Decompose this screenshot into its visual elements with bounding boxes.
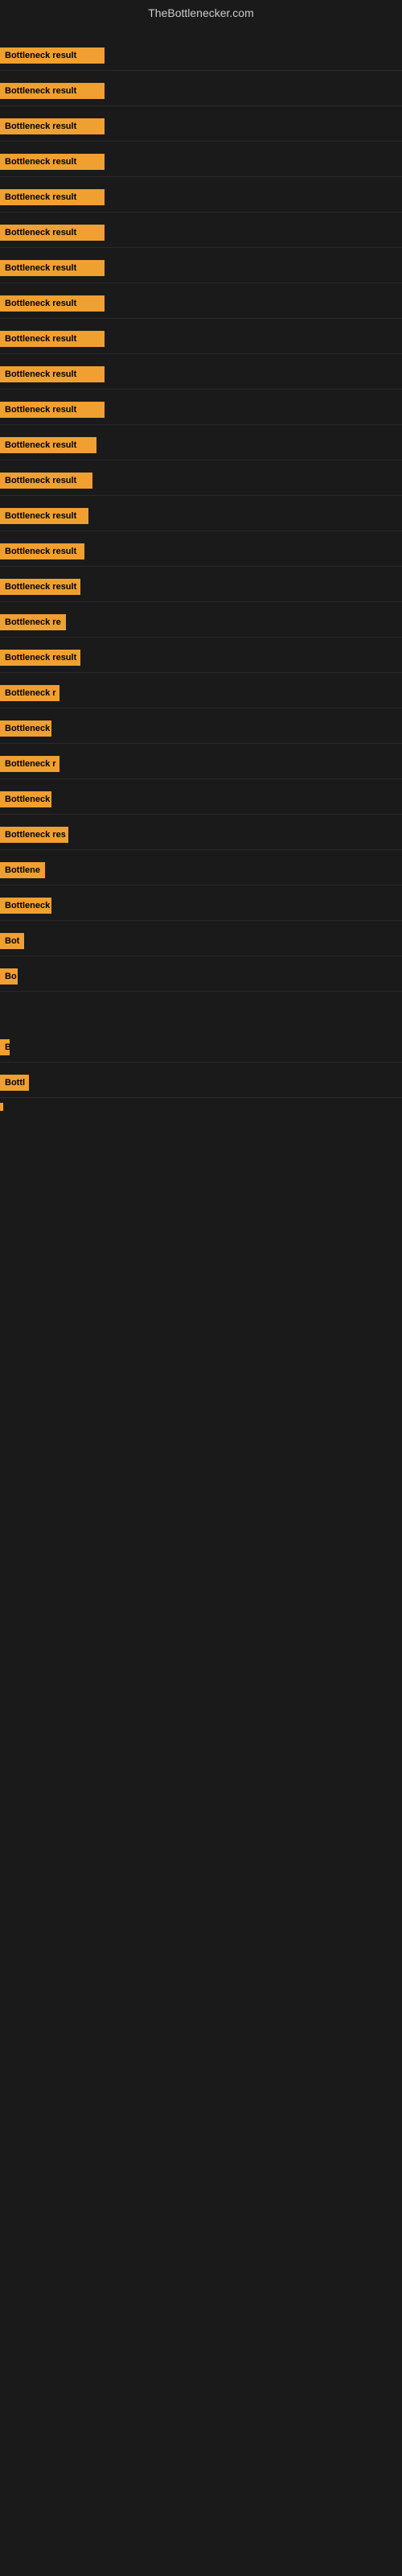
bottleneck-label: Bottleneck result [0, 260, 105, 276]
bottleneck-label: Bottleneck result [0, 650, 80, 666]
list-item: Bottleneck result [0, 253, 402, 283]
list-item: Bottleneck result [0, 394, 402, 425]
bottleneck-label: Bottleneck r [0, 756, 59, 772]
list-item: Bottleneck result [0, 359, 402, 390]
list-item: Bottleneck result [0, 217, 402, 248]
list-item: Bottl [0, 1067, 402, 1098]
bottleneck-label: Bottleneck result [0, 543, 84, 559]
list-item: Bottleneck result [0, 465, 402, 496]
list-item: Bottleneck result [0, 501, 402, 531]
list-item [0, 1103, 402, 1133]
bottleneck-label: Bottleneck res [0, 827, 68, 843]
header: TheBottlenecker.com [0, 0, 402, 26]
list-item: Bottleneck result [0, 536, 402, 567]
list-item: Bottleneck r [0, 678, 402, 708]
list-item: Bottleneck r [0, 749, 402, 779]
list-item: Bottleneck result [0, 147, 402, 177]
bottleneck-list: Bottleneck result Bottleneck result Bottle… [0, 26, 402, 1153]
list-item: Bottleneck result [0, 76, 402, 106]
bottleneck-label: Bot [0, 933, 24, 949]
bottleneck-label: Bottleneck re [0, 614, 66, 630]
list-item: Bottlene [0, 855, 402, 886]
list-item: Bottleneck result [0, 642, 402, 673]
bottleneck-label: Bottleneck result [0, 118, 105, 134]
bottleneck-label: Bottleneck result [0, 331, 105, 347]
list-item: Bo [0, 961, 402, 992]
bottleneck-label: Bottlene [0, 862, 45, 878]
list-item: B [0, 1032, 402, 1063]
list-item: Bottleneck result [0, 288, 402, 319]
list-item: Bottleneck res [0, 819, 402, 850]
bottleneck-label: Bottleneck result [0, 437, 96, 453]
list-item [0, 1103, 3, 1111]
bottleneck-label: Bottleneck result [0, 473, 92, 489]
bottleneck-label: Bottleneck result [0, 402, 105, 418]
bottleneck-label: Bottleneck result [0, 154, 105, 170]
bottleneck-label: Bottleneck [0, 720, 51, 737]
list-item: Bottleneck [0, 890, 402, 921]
list-item: Bottleneck result [0, 430, 402, 460]
bottleneck-label: Bottleneck result [0, 189, 105, 205]
list-item: Bottleneck re [0, 607, 402, 638]
bottleneck-label: Bottleneck result [0, 295, 105, 312]
list-item: Bot [0, 926, 402, 956]
bottleneck-label: Bottleneck r [0, 685, 59, 701]
site-title: TheBottlenecker.com [0, 0, 402, 26]
list-item: Bottleneck result [0, 182, 402, 213]
bottleneck-label: Bottl [0, 1075, 29, 1091]
list-item: Bottleneck [0, 784, 402, 815]
bottleneck-label: Bottleneck result [0, 83, 105, 99]
bottleneck-label: Bottleneck result [0, 366, 105, 382]
bottleneck-label: Bottleneck result [0, 508, 88, 524]
bottleneck-label: Bottleneck [0, 791, 51, 807]
bottleneck-label: Bottleneck result [0, 579, 80, 595]
list-item: Bottleneck result [0, 40, 402, 71]
bottleneck-label: Bottleneck result [0, 47, 105, 64]
bottleneck-label: B [0, 1039, 10, 1055]
list-item: Bottleneck result [0, 111, 402, 142]
list-item: Bottleneck result [0, 324, 402, 354]
bottleneck-label: Bottleneck result [0, 225, 105, 241]
list-item: Bottleneck result [0, 572, 402, 602]
bottleneck-label: Bo [0, 968, 18, 985]
bottleneck-label: Bottleneck [0, 898, 51, 914]
list-item: Bottleneck [0, 713, 402, 744]
